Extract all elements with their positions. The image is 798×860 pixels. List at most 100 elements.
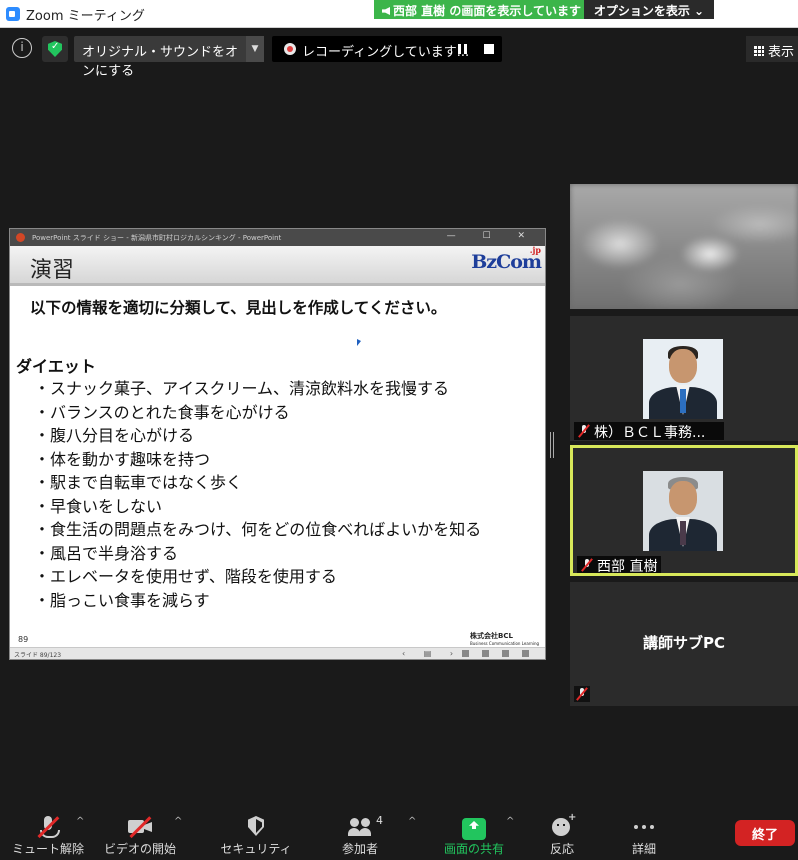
powerpoint-icon [16,233,25,242]
muted-slash [37,816,60,838]
slide-title: 演習 [30,258,75,283]
avatar-tie [680,521,686,545]
participant-nameplate: 西部 直樹 [577,556,662,573]
list-item: ・体を動かす趣味を持つ [34,449,211,469]
meeting-controls-toolbar: ミュート解除 ^ ビデオの開始 ^ セキュリティ 参加者 4 ^ 画面の共有 ^… [0,806,798,860]
avatar-head [669,349,697,383]
video-camera-icon [128,816,152,838]
list-item: ・スナック菓子、アイスクリーム、清涼飲料水を我慢する [34,379,450,398]
view-button[interactable]: 表示 [746,36,798,62]
list-item: ・風呂で半身浴する [34,543,179,563]
mouse-cursor-icon [357,339,361,346]
company-name: 株式会社BCL [470,632,513,640]
encryption-shield-button[interactable] [42,36,68,62]
slide-body: 以下の情報を適切に分類して、見出しを作成してください。 ダイエット ・スナック菓… [10,289,545,644]
emoji-icon: + [550,812,576,838]
mic-muted-icon [581,559,593,571]
list-item: ・駅まで自転車ではなく歩く [34,473,243,492]
stop-recording-button[interactable] [484,44,494,54]
share-screen-button[interactable]: 画面の共有 [436,806,512,860]
bzcom-logo: BzCom .jp [471,245,542,273]
list-item: ・腹八分目を心がける [34,426,195,445]
audio-options-caret[interactable]: ^ [76,816,84,827]
pane-splitter-handle[interactable] [550,432,554,458]
list-item: ・食生活の問題点をみつけ、何をどの位食べればよいかを知る [34,520,482,539]
info-icon[interactable]: i [12,38,32,58]
security-label: セキュリティ [220,842,292,856]
add-reaction-glyph: + [568,812,577,823]
participants-icon [348,816,372,838]
more-label: 詳細 [631,842,656,856]
unmute-button[interactable]: ミュート解除 [10,806,86,860]
start-video-label: ビデオの開始 [103,842,176,856]
ppt-window-titlebar: PowerPoint スライド ショー - 新潟県市町村ロジカルシンキング - … [10,229,545,246]
slide-counter: スライド 89/123 [14,652,62,659]
mic-muted-icon [576,688,588,700]
recording-label: レコーディングしています... [302,45,470,60]
ppt-window-controls: — ☐ ✕ [446,231,537,241]
grid-icon [754,46,764,56]
participant-tile-bcl-office[interactable]: 株）ＢＣＬ事務... [570,316,798,441]
slide-number: 89 [18,635,29,644]
participants-count: 4 [376,814,383,827]
video-options-caret[interactable]: ^ [174,816,182,827]
reactions-button[interactable]: + 反応 [524,806,600,860]
ppt-status-bar: スライド 89/123 ‹ ▤ › [10,647,545,659]
zoom-meeting-window: Zoom ミーティング 西部 直樹 の画面を表示しています オプションを表示 ⌄… [0,0,798,860]
speaker-icon [382,7,390,15]
slide-bullet-list: ・スナック菓子、アイスクリーム、清涼飲料水を我慢する ・バランスのとれた食事を心… [34,377,481,612]
slide-nav-controls[interactable]: ‹ ▤ › [402,649,461,658]
view-options-button[interactable]: オプションを表示 ⌄ [584,0,714,19]
participant-tile-sub-pc[interactable]: 講師サブPC [570,582,798,706]
microphone-icon [36,816,60,838]
company-footer: 株式会社BCL Business Communication Learning [470,632,539,648]
original-sound-button[interactable]: オリジナル・サウンドをオンにする [74,36,246,79]
participant-nameplate: 株）ＢＣＬ事務... [574,422,724,441]
shared-screen: PowerPoint スライド ショー - 新潟県市町村ロジカルシンキング - … [9,228,546,660]
participant-name: 株）ＢＣＬ事務... [594,425,706,441]
video-off-slash [129,816,152,838]
original-sound-dropdown[interactable]: ▼ [246,36,264,62]
shield-check-icon [48,41,62,57]
end-meeting-button[interactable]: 終了 [735,820,795,846]
share-screen-label: 画面の共有 [443,842,504,856]
avatar [643,339,723,419]
more-dots-icon [632,816,656,838]
participants-button[interactable]: 参加者 [322,806,398,860]
more-button[interactable]: 詳細 [606,806,682,860]
participant-tile-nishibe[interactable]: 西部 直樹 [570,445,798,576]
list-item: ・バランスのとれた食事を心がける [34,402,290,422]
avatar [643,471,723,551]
sharing-banner: 西部 直樹 の画面を表示しています [374,0,584,19]
slide-header: 演習 BzCom .jp [10,245,545,286]
participants-options-caret[interactable]: ^ [408,816,416,827]
security-shield-icon [244,816,268,838]
participant-video-blurred[interactable] [570,184,798,309]
slide-topic: ダイエット [16,357,96,376]
slide-instruction: 以下の情報を適切に分類して、見出しを作成してください。 [30,299,447,317]
reactions-label: 反応 [549,842,574,856]
view-mode-icons[interactable] [462,650,542,657]
avatar-tie [680,389,686,413]
blurred-video-feed [570,184,798,309]
list-item: ・早食いをしない [34,496,163,516]
pause-recording-button[interactable] [458,44,467,54]
share-screen-icon [462,818,486,840]
window-title: Zoom ミーティング [26,9,145,24]
start-video-button[interactable]: ビデオの開始 [102,806,178,860]
share-options-caret[interactable]: ^ [506,816,514,827]
ppt-window-title: PowerPoint スライド ショー - 新潟県市町村ロジカルシンキング - … [32,234,282,242]
recording-indicator: レコーディングしています... [272,36,502,62]
view-label: 表示 [768,45,795,60]
list-item: ・エレベータを使用せず、階段を使用する [34,567,337,586]
record-dot-icon [284,43,296,55]
logo-suffix: .jp [529,245,541,255]
participant-name: 講師サブPC [642,634,725,652]
title-bar: Zoom ミーティング 西部 直樹 の画面を表示しています オプションを表示 ⌄ [0,0,798,28]
list-item: ・脂っこい食事を減らす [34,590,210,610]
security-button[interactable]: セキュリティ [218,806,294,860]
mic-muted-icon [578,425,590,437]
avatar-head [669,481,697,515]
participants-label: 参加者 [341,842,378,856]
zoom-logo-icon [6,7,20,21]
